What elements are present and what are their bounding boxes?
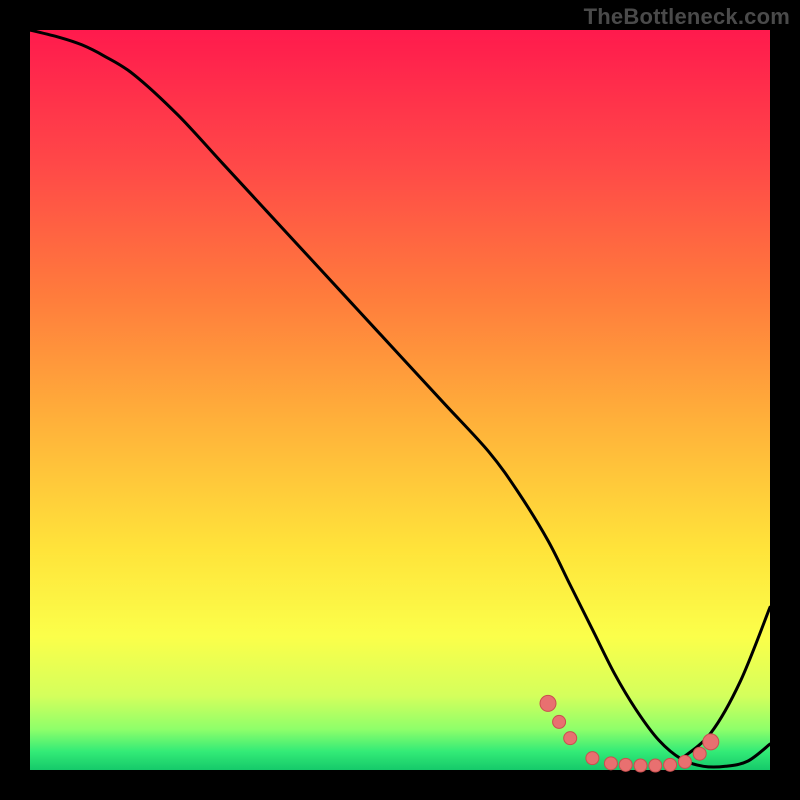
marker-dot [703,734,719,750]
marker-dot [586,752,599,765]
bottleneck-chart [0,0,800,800]
marker-dot [564,732,577,745]
marker-dot [604,757,617,770]
marker-dot [664,758,677,771]
marker-dot [634,759,647,772]
chart-frame: TheBottleneck.com [0,0,800,800]
marker-dot [693,747,706,760]
marker-dot [553,715,566,728]
marker-dot [619,758,632,771]
marker-dot [540,695,556,711]
watermark-text: TheBottleneck.com [584,4,790,30]
marker-dot [649,759,662,772]
plot-background [30,30,770,770]
marker-dot [678,755,691,768]
